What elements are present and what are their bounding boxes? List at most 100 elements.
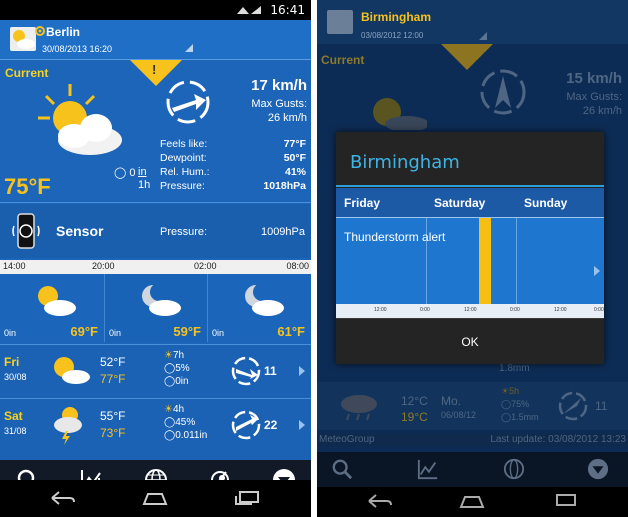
hourly-cell[interactable]: 0in 61°F xyxy=(208,274,311,342)
signal-wifi-icon xyxy=(237,6,261,14)
day-label: Saturday xyxy=(434,196,486,210)
gusts-value: 26 km/h xyxy=(582,105,622,117)
background-rain-amount: 1.8mm xyxy=(499,363,530,374)
thunderstorm-warning-bar[interactable] xyxy=(479,218,491,318)
moon-cloud-icon xyxy=(142,283,181,316)
timeline-label: 20:00 xyxy=(92,261,115,271)
back-icon[interactable] xyxy=(50,490,76,506)
bottom-toolbar xyxy=(317,452,628,492)
pressure-row: Pressure: 1018hPa xyxy=(160,180,306,192)
day-temp-max: 55°F xyxy=(100,409,126,423)
ok-button[interactable]: OK xyxy=(336,318,604,364)
sun-hours-icon: ☀ xyxy=(164,404,173,415)
alert-text: Thunderstorm alert xyxy=(344,230,446,244)
dropdown-corner-icon[interactable] xyxy=(185,44,193,52)
recents-icon[interactable] xyxy=(551,493,577,509)
feels-like-row: Feels like: 77°F xyxy=(160,138,306,150)
timeline-day-header: Friday Saturday Sunday xyxy=(336,188,604,218)
raindrop-icon: ◯ xyxy=(164,363,176,374)
raindrop-icon: ◯ xyxy=(164,376,176,387)
sun-hours-icon: ☀ xyxy=(501,386,510,396)
search-icon xyxy=(332,459,353,480)
provider-label: MeteoGroup xyxy=(319,434,375,445)
location-thumbnail xyxy=(10,27,36,51)
timeline-bar: 14:00 20:00 02:00 08:00 xyxy=(0,260,311,274)
sensor-pressure-value: 1009hPa xyxy=(260,226,305,238)
gusts-label: Max Gusts: xyxy=(566,91,622,103)
hourly-rain: 0in xyxy=(109,328,122,338)
home-icon[interactable] xyxy=(142,490,168,506)
timeline-label: 08:00 xyxy=(286,261,309,271)
day-wind-speed: 22 xyxy=(264,418,278,432)
hourly-temp: 59°F xyxy=(173,324,201,339)
raindrop-icon: ◯ xyxy=(501,412,512,422)
timeline-label: 02:00 xyxy=(194,261,217,271)
phone-sensor-icon xyxy=(12,213,40,249)
location-header[interactable]: Berlin 30/08/2013 16:20 xyxy=(0,20,311,60)
rain-amount: ◯ 0 in 1h xyxy=(114,166,151,191)
sensor-label: Sensor xyxy=(56,223,104,239)
current-label: Current xyxy=(5,66,49,80)
chevron-right-icon xyxy=(299,366,305,376)
day-label: Sunday xyxy=(524,196,568,210)
day-info: ☀7h ◯5% ◯0in xyxy=(164,350,190,387)
dialog-title: Birmingham xyxy=(350,152,460,173)
day-divider xyxy=(516,218,517,318)
day-temp-min: 73°F xyxy=(100,426,126,440)
chevron-right-icon[interactable] xyxy=(594,266,600,276)
ok-button-label: OK xyxy=(461,335,479,349)
chart-icon xyxy=(417,459,438,480)
sun-cloud-icon xyxy=(54,357,90,384)
sensor-pressure-label: Pressure: xyxy=(160,226,208,238)
alert-icon: ! xyxy=(152,62,157,77)
location-target-icon xyxy=(35,26,45,36)
hourly-cell[interactable]: 0in 59°F xyxy=(105,274,208,342)
current-label: Current xyxy=(321,53,365,67)
background-day-info: ☀5h ◯75% ◯1.5mm xyxy=(501,386,539,422)
back-icon[interactable] xyxy=(367,493,393,509)
day-temp-min: 77°F xyxy=(100,372,126,386)
gusts-label: Max Gusts: xyxy=(251,98,307,110)
raindrop-icon: ◯ xyxy=(164,417,176,428)
home-icon[interactable] xyxy=(459,493,485,509)
background-wind-speed: 11 xyxy=(595,399,608,413)
sun-hours-icon: ☀ xyxy=(164,350,173,361)
dropdown-corner-icon xyxy=(479,32,487,40)
daily-row[interactable]: Sat 31/08 55°F 73°F ☀4h ◯45% ◯0.011in 22 xyxy=(0,398,311,460)
gusts-value: 26 km/h xyxy=(267,112,307,124)
android-navbar xyxy=(317,487,628,517)
background-day-name: Mo. xyxy=(441,394,462,408)
day-label: Friday xyxy=(344,196,381,210)
divider xyxy=(0,202,311,203)
current-temperature: 75°F xyxy=(4,174,51,199)
last-update: Last update: 03/08/2012 13:23 xyxy=(490,434,626,445)
sensor-row[interactable]: Sensor Pressure: 1009hPa xyxy=(0,204,311,258)
recents-icon[interactable] xyxy=(234,490,260,506)
sun-cloud-icon xyxy=(373,98,427,130)
hourly-forecast: 0in 69°F 0in 59°F 0in 61°F xyxy=(0,274,311,342)
menu-down-icon xyxy=(587,458,609,480)
daily-row[interactable]: Fri 30/08 52°F 77°F ☀7h ◯5% ◯0in 11 xyxy=(0,344,311,398)
background-day-date: 06/08/12 xyxy=(441,410,477,420)
day-date: 30/08 xyxy=(4,372,27,382)
location-date: 03/08/2012 12:00 xyxy=(361,31,424,40)
day-date: 31/08 xyxy=(4,426,27,436)
day-temp-max: 52°F xyxy=(100,355,126,369)
wind-direction-icon xyxy=(231,356,261,386)
day-name: Sat xyxy=(4,409,23,423)
hourly-cell[interactable]: 0in 69°F xyxy=(0,274,105,342)
dewpoint-row: Dewpoint: 50°F xyxy=(160,152,306,164)
warning-timeline[interactable]: Friday Saturday Sunday Thunderstorm aler… xyxy=(336,188,604,318)
location-thumbnail xyxy=(327,10,353,34)
status-bar: 16:41 xyxy=(0,0,311,20)
hourly-temp: 69°F xyxy=(70,324,98,339)
left-phone: 16:41 Berlin 30/08/2013 16:20 ! Current … xyxy=(0,0,311,517)
hourly-temp: 61°F xyxy=(277,324,305,339)
location-name: Berlin xyxy=(46,25,81,39)
day-wind-speed: 11 xyxy=(264,364,277,378)
footer-bar: MeteoGroup Last update: 03/08/2012 13:23 xyxy=(317,433,628,447)
timeline-label: 14:00 xyxy=(3,261,26,271)
weather-screen-dimmed: Birmingham 03/08/2012 12:00 Current 15 k… xyxy=(317,0,628,492)
wind-direction-icon xyxy=(231,410,261,440)
wind-speed: 15 km/h xyxy=(566,70,622,87)
